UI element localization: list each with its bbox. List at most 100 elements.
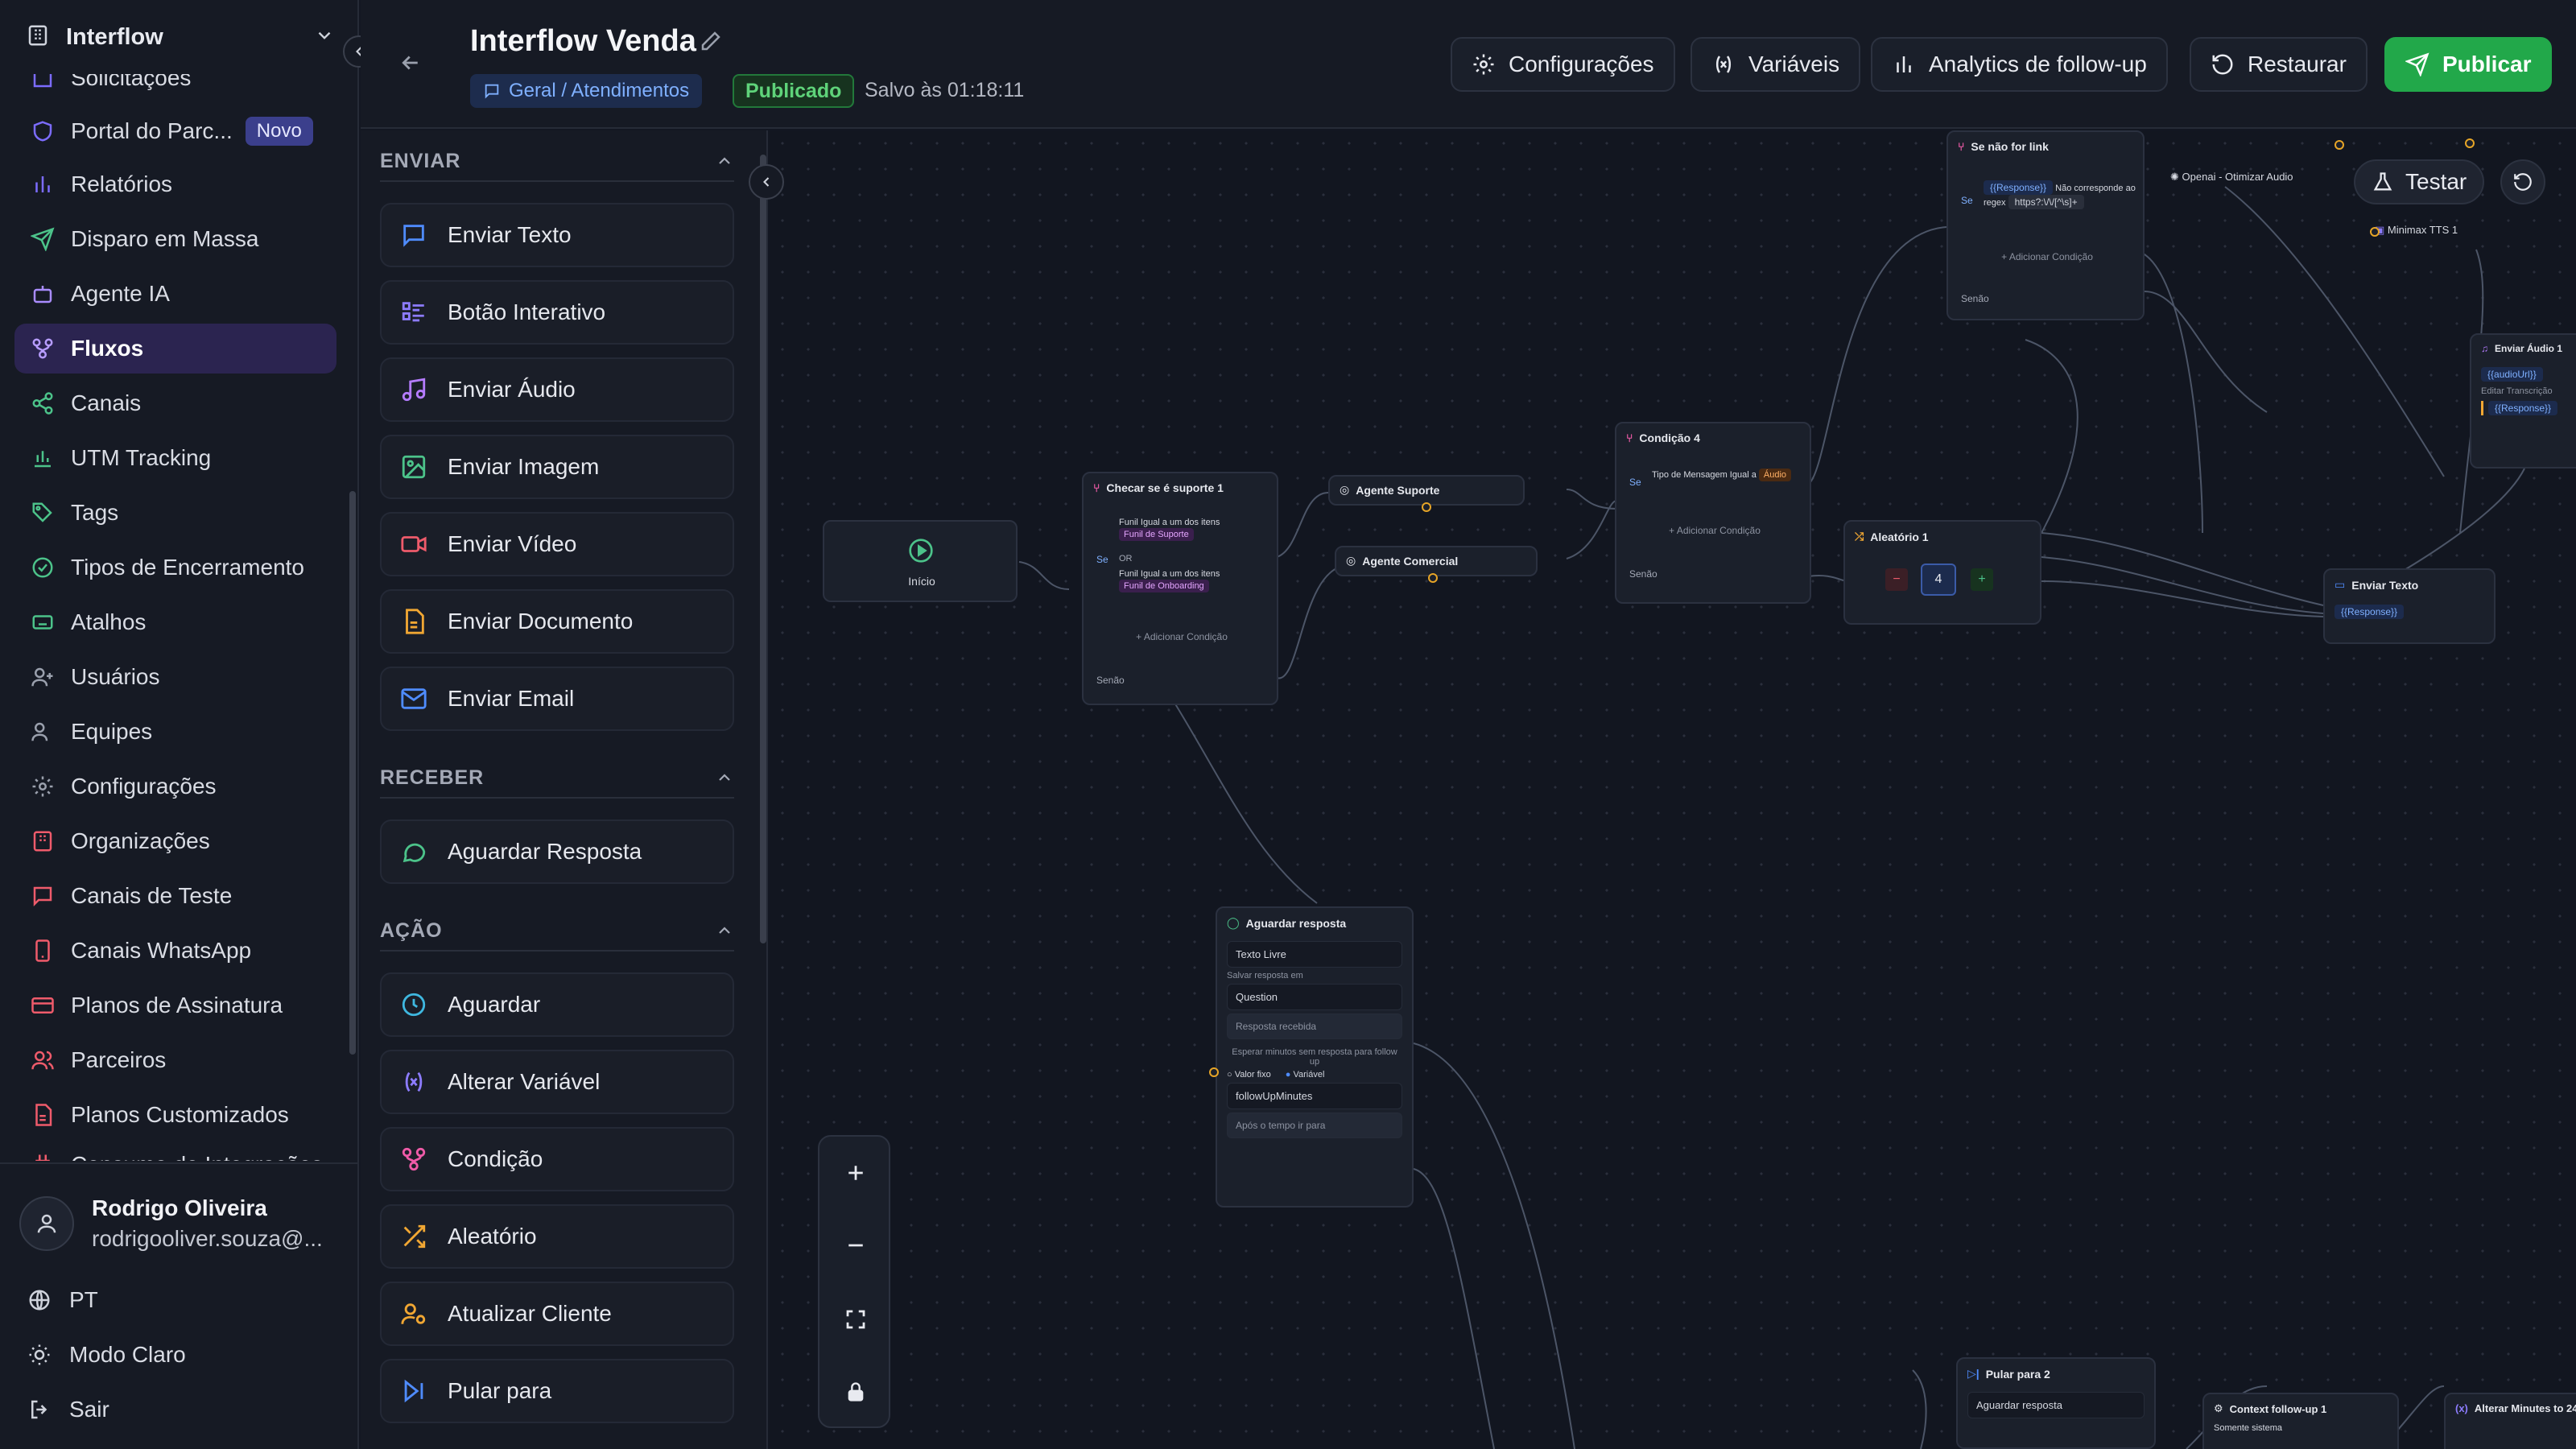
- workspace-switcher[interactable]: Interflow: [0, 0, 359, 74]
- logout-button[interactable]: Sair: [27, 1389, 109, 1430]
- palette-item-atualizar-cliente[interactable]: Atualizar Cliente: [380, 1282, 734, 1346]
- increment-button[interactable]: +: [1971, 568, 1993, 591]
- palette-item-enviar-video[interactable]: Enviar Vídeo: [380, 512, 734, 576]
- node-condition-suporte[interactable]: ⑂ Checar se é suporte 1 Se Funil Igual a …: [1082, 472, 1278, 705]
- palette-item-aguardar-resposta[interactable]: Aguardar Resposta: [380, 819, 734, 884]
- section-receber[interactable]: RECEBER: [380, 758, 734, 799]
- palette-item-enviar-texto[interactable]: Enviar Texto: [380, 203, 734, 267]
- node-handle[interactable]: [2334, 140, 2344, 150]
- sidebar: Interflow Solicitações Portal do Parc...…: [0, 0, 359, 1449]
- zoom-in-button[interactable]: [819, 1137, 892, 1209]
- language-selector[interactable]: PT: [27, 1280, 98, 1320]
- test-button[interactable]: Testar: [2354, 159, 2485, 204]
- palette-item-alterar-variavel[interactable]: Alterar Variável: [380, 1050, 734, 1114]
- analytics-button[interactable]: Analytics de follow-up: [1871, 37, 2168, 92]
- sidebar-item-configuracoes[interactable]: Configurações: [14, 762, 336, 811]
- jump-target[interactable]: Aguardar resposta: [1967, 1392, 2145, 1418]
- add-condition-button[interactable]: + Adicionar Condição: [1948, 251, 2146, 262]
- sidebar-item-encerramento[interactable]: Tipos de Encerramento: [14, 543, 336, 592]
- palette-collapse-button[interactable]: [749, 164, 784, 200]
- node-handle[interactable]: [1422, 502, 1431, 512]
- theme-toggle[interactable]: Modo Claro: [27, 1335, 186, 1375]
- node-handle[interactable]: [1428, 573, 1438, 583]
- random-count-value[interactable]: 4: [1921, 564, 1956, 596]
- followup-variable-input[interactable]: followUpMinutes: [1227, 1083, 1402, 1109]
- restore-button[interactable]: Restaurar: [2190, 37, 2368, 92]
- publish-button[interactable]: Publicar: [2384, 37, 2553, 92]
- node-handle[interactable]: [1209, 1067, 1219, 1077]
- section-acao[interactable]: AÇÃO: [380, 911, 734, 952]
- node-enviar-texto[interactable]: ▭ Enviar Texto {{Response}}: [2323, 568, 2496, 644]
- palette-item-enviar-documento[interactable]: Enviar Documento: [380, 589, 734, 654]
- palette-scrollbar[interactable]: [760, 155, 766, 943]
- add-condition-button[interactable]: + Adicionar Condição: [1616, 525, 1813, 536]
- sidebar-item-canais-teste[interactable]: Canais de Teste: [14, 871, 336, 921]
- sidebar-item-canais-whatsapp[interactable]: Canais WhatsApp: [14, 926, 336, 976]
- palette-item-botao-interativo[interactable]: Botão Interativo: [380, 280, 734, 345]
- palette-item-condicao[interactable]: Condição: [380, 1127, 734, 1191]
- palette-item-enviar-email[interactable]: Enviar Email: [380, 667, 734, 731]
- back-button[interactable]: [394, 47, 427, 79]
- variables-button[interactable]: Variáveis: [1690, 37, 1861, 92]
- node-alterar-minutes[interactable]: (x) Alterar Minutes to 24: [2444, 1393, 2576, 1449]
- palette-item-pular-para[interactable]: Pular para: [380, 1359, 734, 1423]
- globe-icon: [27, 1288, 55, 1312]
- sidebar-item-atalhos[interactable]: Atalhos: [14, 597, 336, 647]
- save-variable-input[interactable]: Question: [1227, 984, 1402, 1010]
- sidebar-item-portal[interactable]: Portal do Parc... Novo: [14, 106, 336, 156]
- building-icon: [29, 828, 56, 855]
- sidebar-item-solicitacoes[interactable]: Solicitações: [14, 74, 336, 103]
- sidebar-item-tags[interactable]: Tags: [14, 488, 336, 538]
- palette-item-enviar-imagem[interactable]: Enviar Imagem: [380, 435, 734, 499]
- node-agente-suporte[interactable]: ◎ Agente Suporte: [1328, 475, 1525, 506]
- sidebar-item-consumo[interactable]: Consumo de Integrações: [14, 1140, 336, 1161]
- radio-fixed-value[interactable]: ○ Valor fixo: [1227, 1070, 1271, 1080]
- sidebar-item-fluxos[interactable]: Fluxos: [14, 324, 336, 374]
- node-context-followup[interactable]: ⚙ Context follow-up 1 Somente sistema: [2202, 1393, 2399, 1449]
- palette-item-enviar-audio[interactable]: Enviar Áudio: [380, 357, 734, 422]
- node-handle[interactable]: [2465, 138, 2475, 148]
- sidebar-item-parceiros[interactable]: Parceiros: [14, 1035, 336, 1085]
- node-agente-comercial[interactable]: ◎ Agente Comercial: [1335, 546, 1538, 576]
- sidebar-item-planos-customizados[interactable]: Planos Customizados: [14, 1090, 336, 1140]
- fit-view-button[interactable]: [819, 1283, 892, 1356]
- zoom-out-button[interactable]: [819, 1209, 892, 1282]
- section-enviar[interactable]: ENVIAR: [380, 142, 734, 182]
- sidebar-item-usuarios[interactable]: Usuários: [14, 652, 336, 702]
- node-condition-link[interactable]: ⑂ Se não for link Se {{Response}} Não cor…: [1946, 130, 2145, 320]
- palette-item-aleatorio[interactable]: Aleatório: [380, 1204, 734, 1269]
- sidebar-item-canais[interactable]: Canais: [14, 378, 336, 428]
- sidebar-item-equipes[interactable]: Equipes: [14, 707, 336, 757]
- node-aleatorio[interactable]: ⤮ Aleatório 1 − 4 +: [1843, 520, 2041, 625]
- node-start[interactable]: Início: [823, 520, 1018, 602]
- add-condition-button[interactable]: + Adicionar Condição: [1084, 631, 1280, 642]
- sidebar-item-disparo[interactable]: Disparo em Massa: [14, 214, 336, 264]
- lock-button[interactable]: [819, 1356, 892, 1428]
- sidebar-item-organizacoes[interactable]: Organizações: [14, 816, 336, 866]
- sidebar-item-agente-ia[interactable]: Agente IA: [14, 269, 336, 319]
- sidebar-item-utm[interactable]: UTM Tracking: [14, 433, 336, 483]
- user-profile[interactable]: Rodrigo Oliveira rodrigooliver.souza@...: [0, 1162, 359, 1283]
- decrement-button[interactable]: −: [1885, 568, 1908, 591]
- settings-button[interactable]: Configurações: [1451, 37, 1675, 92]
- reset-test-button[interactable]: [2500, 159, 2545, 204]
- breadcrumb[interactable]: Geral / Atendimentos: [470, 74, 703, 108]
- node-handle[interactable]: [2370, 227, 2380, 237]
- palette-item-aguardar[interactable]: Aguardar: [380, 972, 734, 1037]
- flow-canvas[interactable]: Início ⑂ Checar se é suporte 1 Se Funil I…: [770, 130, 2576, 1449]
- node-aguardar-resposta[interactable]: ◯ Aguardar resposta Texto Livre Salvar re…: [1216, 906, 1414, 1208]
- node-pular-para[interactable]: ▷| Pular para 2 Aguardar resposta: [1956, 1357, 2156, 1449]
- save-response-label: Salvar resposta em: [1227, 971, 1303, 980]
- node-minimax-tts[interactable]: ▣ Minimax TTS 1: [2375, 224, 2458, 237]
- node-condition-4[interactable]: ⑂ Condição 4 Se Tipo de Mensagem Igual a …: [1615, 422, 1811, 604]
- sidebar-item-planos-assinatura[interactable]: Planos de Assinatura: [14, 980, 336, 1030]
- response-type-select[interactable]: Texto Livre: [1227, 941, 1402, 968]
- radio-variable[interactable]: ● Variável: [1286, 1070, 1325, 1080]
- node-condition-text: Tipo de Mensagem Igual a Áudio: [1652, 469, 1802, 481]
- node-openai-audio[interactable]: ✺ Openai - Otimizar Audio: [2170, 171, 2293, 184]
- node-enviar-audio[interactable]: ♫ Enviar Áudio 1 {{audioUrl}} Editar Tran…: [2470, 333, 2576, 469]
- edit-transcription-link[interactable]: Editar Transcrição: [2481, 386, 2576, 396]
- sidebar-item-relatorios[interactable]: Relatórios: [14, 159, 336, 209]
- sidebar-scrollbar[interactable]: [349, 491, 356, 1055]
- edit-title-button[interactable]: [699, 29, 723, 57]
